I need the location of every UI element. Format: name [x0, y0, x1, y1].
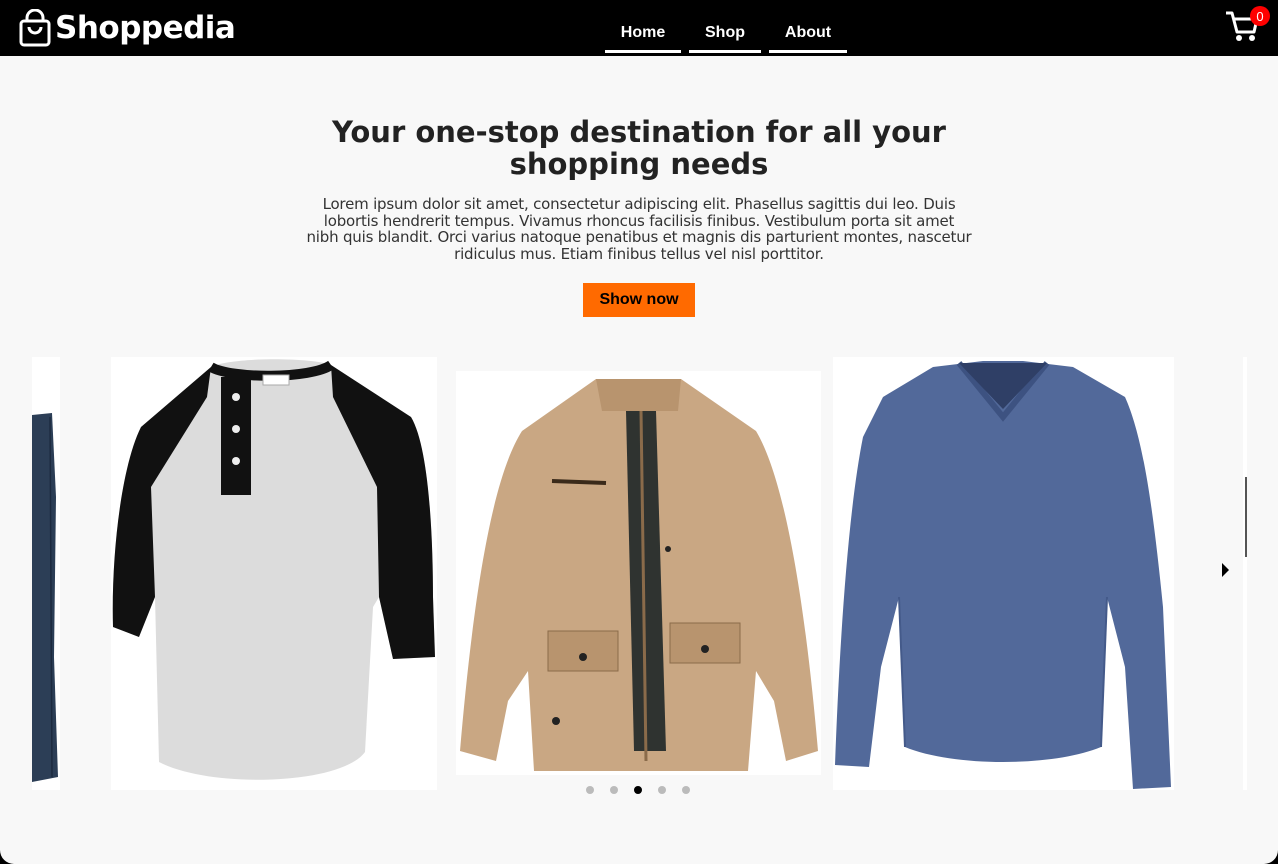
nav-home[interactable]: Home: [605, 0, 681, 53]
carousel-dot-2[interactable]: [610, 786, 618, 794]
carousel-indicators: [586, 786, 706, 794]
partial-garment-image: [1243, 357, 1247, 790]
blue-vneck-longsleeve-image: [833, 357, 1174, 790]
show-now-button[interactable]: Show now: [583, 283, 695, 317]
brand-name: Shoppedia: [55, 10, 236, 46]
carousel-dot-3[interactable]: [634, 786, 642, 794]
denim-garment-image: [32, 357, 60, 790]
nav-shop[interactable]: Shop: [689, 0, 761, 53]
hero-title: Your one-stop destination for all your s…: [332, 115, 946, 181]
carousel-dot-1[interactable]: [586, 786, 594, 794]
hero-description: Lorem ipsum dolor sit amet, consectetur …: [306, 195, 972, 263]
product-card-partial-right[interactable]: [1243, 357, 1247, 790]
nav-about[interactable]: About: [769, 0, 847, 53]
main-nav: Home Shop About: [605, 0, 855, 56]
shopping-bag-icon: [19, 9, 51, 47]
next-slide-button[interactable]: [1218, 560, 1232, 580]
main-content: Your one-stop destination for all your s…: [0, 56, 1278, 864]
raglan-henley-tshirt-image: [111, 357, 437, 790]
chevron-right-icon: [1222, 563, 1229, 577]
product-card-jacket[interactable]: [456, 371, 821, 775]
brand-logo[interactable]: Shoppedia: [18, 8, 236, 48]
carousel-dot-5[interactable]: [682, 786, 690, 794]
khaki-jacket-image: [456, 371, 821, 775]
top-navbar: Shoppedia Home Shop About 0: [0, 0, 1278, 56]
cart-button[interactable]: 0: [1224, 6, 1270, 46]
carousel-dot-4[interactable]: [658, 786, 666, 794]
product-card-partial-left[interactable]: [32, 357, 60, 790]
product-card-longsleeve[interactable]: [833, 357, 1174, 790]
cart-count-badge: 0: [1250, 6, 1270, 26]
product-card-henley[interactable]: [111, 357, 437, 790]
